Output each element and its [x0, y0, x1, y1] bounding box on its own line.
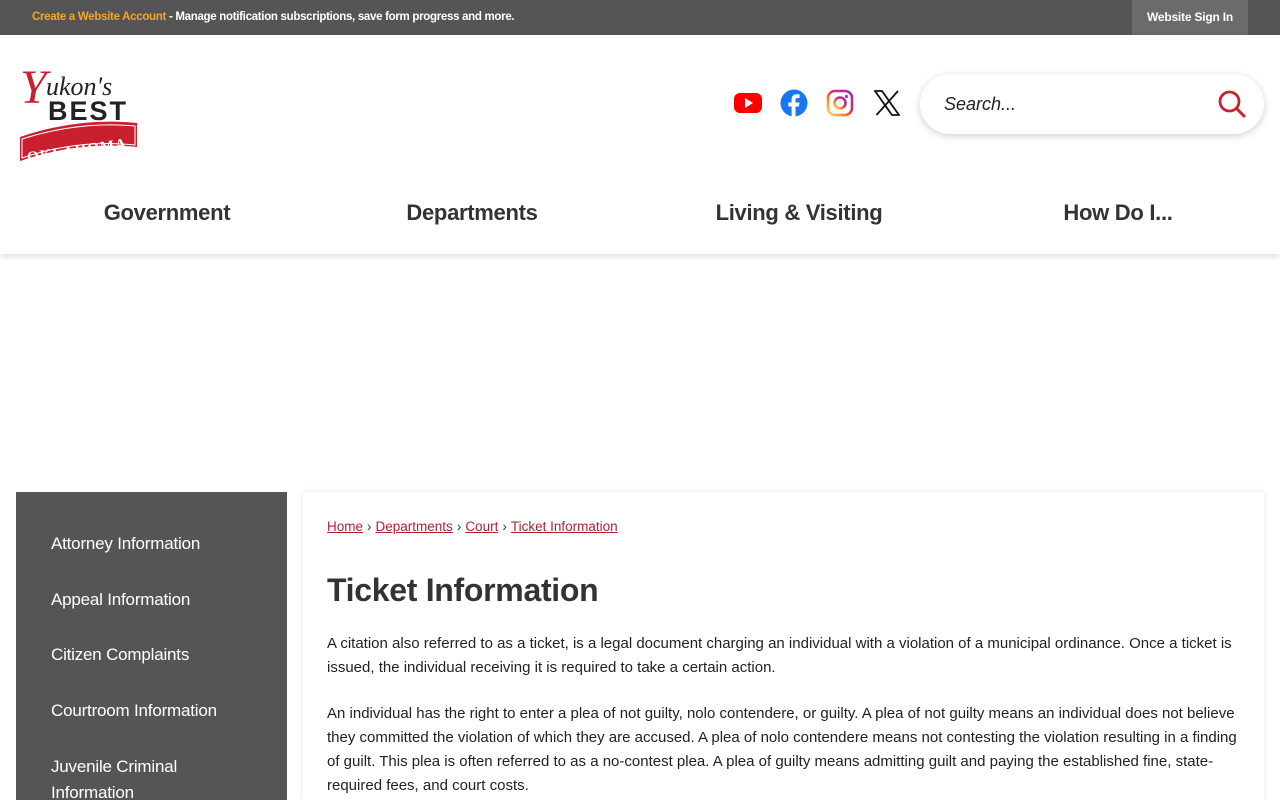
- breadcrumb-court[interactable]: Court: [465, 519, 498, 534]
- search-input[interactable]: [944, 88, 1214, 120]
- website-sign-in-button[interactable]: Website Sign In: [1132, 0, 1248, 35]
- sidebar-item-juvenile-criminal-information[interactable]: Juvenile Criminal Information: [51, 754, 211, 800]
- yukon-logo[interactable]: Y ukon's BEST OKLAHOMA: [16, 57, 141, 166]
- main-content: Home › Departments › Court › Ticket Informatio…: [303, 492, 1264, 800]
- sidebar-item-citizen-complaints[interactable]: Citizen Complaints: [51, 642, 271, 668]
- site-header: Y ukon's BEST OKLAHOMA Government Depar: [0, 35, 1280, 254]
- svg-text:BEST: BEST: [48, 96, 128, 126]
- intro-paragraph: A citation also referred to as a ticket,…: [327, 635, 1232, 676]
- top-notification-bar: Create a Website Account - Manage notifi…: [0, 0, 1280, 35]
- breadcrumb-departments[interactable]: Departments: [376, 519, 453, 534]
- account-message: Create a Website Account - Manage notifi…: [32, 11, 515, 23]
- breadcrumb: Home › Departments › Court › Ticket Informatio…: [327, 519, 618, 534]
- sidebar-nav: Attorney Information Appeal Information …: [16, 492, 287, 800]
- nav-departments[interactable]: Departments: [406, 200, 537, 226]
- nav-government[interactable]: Government: [104, 200, 231, 226]
- facebook-icon[interactable]: [779, 88, 809, 118]
- page-title: Ticket Information: [327, 572, 599, 608]
- search-button[interactable]: [1216, 88, 1248, 120]
- x-icon[interactable]: [872, 88, 902, 118]
- breadcrumb-ticket-information[interactable]: Ticket Information: [511, 519, 618, 534]
- sidebar-item-appeal-information[interactable]: Appeal Information: [51, 587, 271, 613]
- breadcrumb-home[interactable]: Home: [327, 519, 363, 534]
- plea-paragraph: An individual has the right to enter a p…: [327, 705, 1237, 794]
- search-box: [920, 74, 1264, 134]
- create-account-link[interactable]: Create a Website Account: [32, 11, 166, 23]
- instagram-icon[interactable]: [825, 88, 855, 118]
- nav-living-visiting[interactable]: Living & Visiting: [716, 200, 883, 226]
- breadcrumb-separator: ›: [456, 519, 462, 534]
- youtube-icon[interactable]: [733, 88, 763, 118]
- sidebar-item-courtroom-information[interactable]: Courtroom Information: [51, 698, 271, 724]
- sidebar-item-attorney-information[interactable]: Attorney Information: [51, 531, 271, 557]
- nav-how-do-i[interactable]: How Do I...: [1063, 200, 1172, 226]
- breadcrumb-separator: ›: [367, 519, 372, 534]
- account-message-text: - Manage notification subscriptions, sav…: [166, 11, 515, 23]
- search-icon: [1218, 90, 1246, 118]
- breadcrumb-separator: ›: [502, 519, 507, 534]
